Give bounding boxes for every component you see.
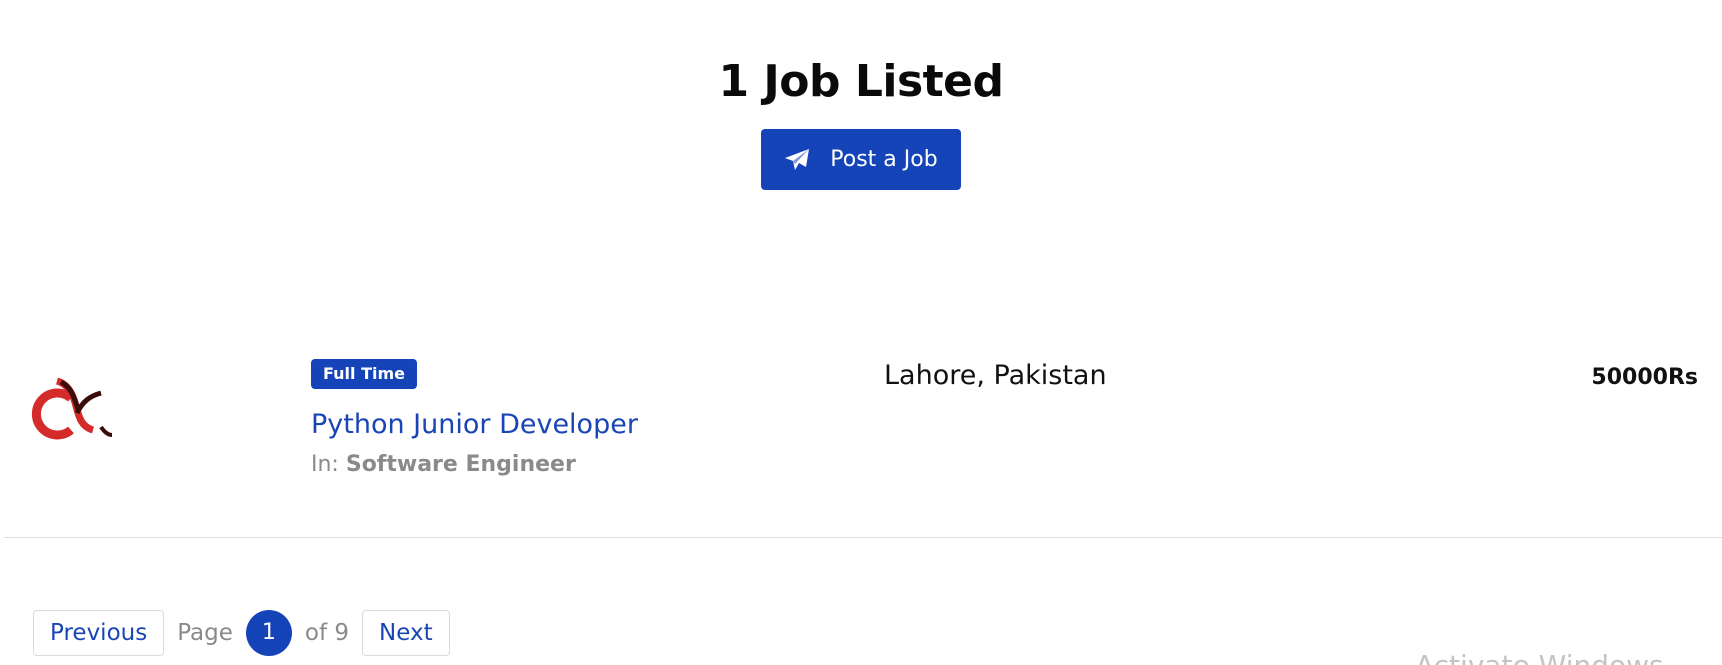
post-job-button[interactable]: Post a Job: [761, 129, 961, 190]
page-label: Page: [177, 620, 233, 646]
company-logo: [23, 375, 125, 447]
current-page-indicator[interactable]: 1: [245, 610, 292, 656]
page-total: of 9: [304, 620, 350, 646]
category-prefix: In:: [311, 452, 339, 477]
next-button[interactable]: Next: [362, 610, 450, 656]
category-value: Software Engineer: [345, 452, 576, 477]
job-salary: 50000Rs: [1591, 365, 1698, 390]
paper-plane-icon: [784, 148, 810, 172]
pagination: Previous Page 1 of 9 Next: [33, 610, 450, 656]
job-category: In: Software Engineer: [311, 452, 576, 477]
activate-windows-watermark: Activate Windows: [1415, 649, 1664, 665]
job-list-item: Full Time Python Junior Developer In: So…: [0, 340, 1722, 538]
post-job-label: Post a Job: [830, 147, 938, 172]
divider: [4, 537, 1722, 538]
job-type-badge: Full Time: [311, 359, 417, 389]
previous-button[interactable]: Previous: [33, 610, 165, 656]
job-listing-page: 1 Job Listed Post a Job Full Time Python…: [0, 0, 1722, 665]
page-title: 1 Job Listed: [718, 56, 1004, 107]
job-title-link[interactable]: Python Junior Developer: [311, 409, 638, 440]
job-location: Lahore, Pakistan: [884, 360, 1107, 391]
